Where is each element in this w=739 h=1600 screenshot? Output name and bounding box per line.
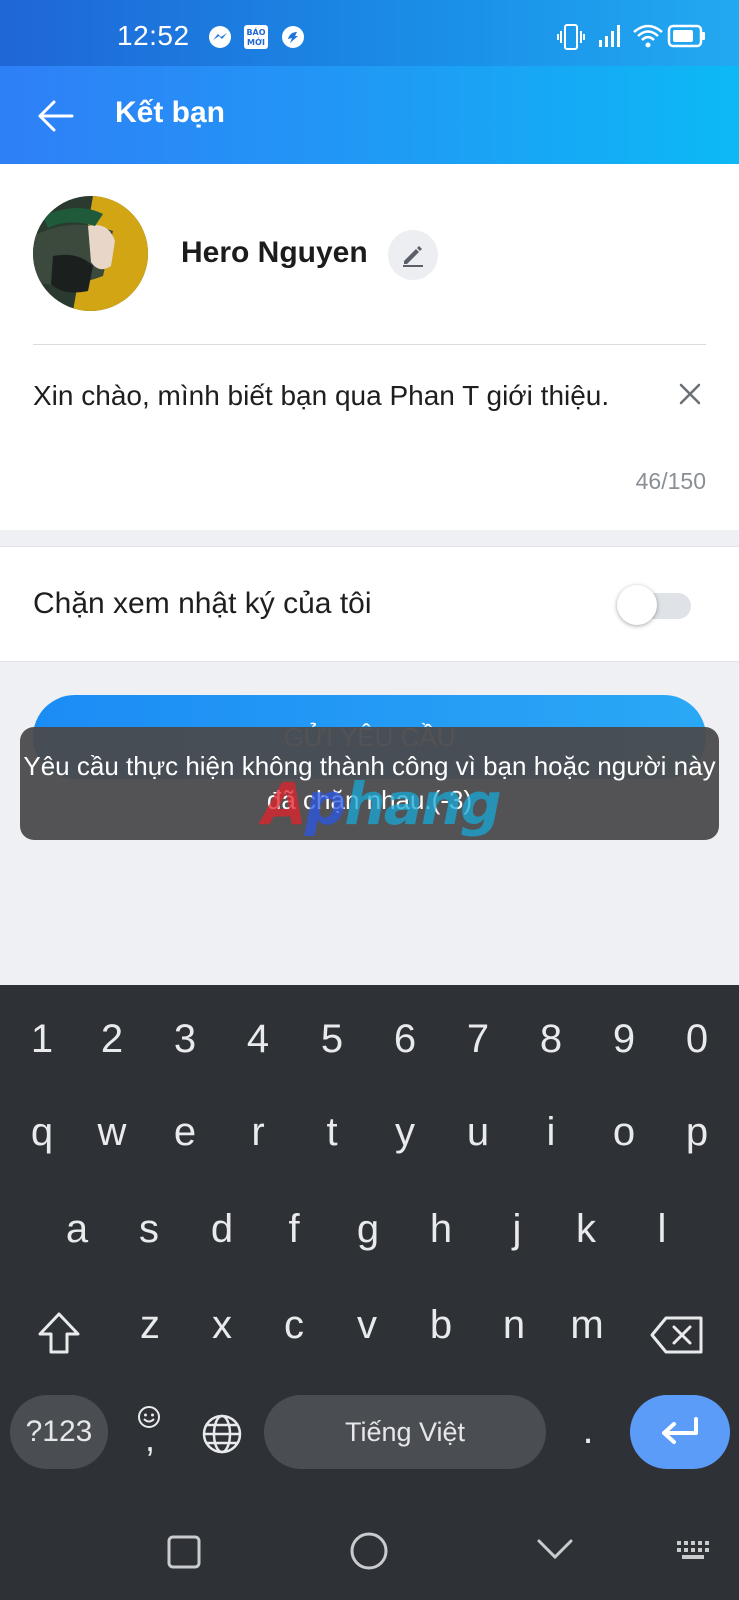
symbols-key[interactable]: ?123	[10, 1395, 108, 1469]
key[interactable]: q	[12, 1110, 72, 1155]
block-diary-label: Chặn xem nhật ký của tôi	[33, 587, 372, 620]
status-time: 12:52	[117, 20, 190, 51]
pencil-icon	[403, 246, 423, 267]
space-bar[interactable]: Tiếng Việt	[264, 1395, 546, 1469]
divider	[33, 344, 706, 345]
key[interactable]: y	[375, 1110, 435, 1155]
globe-icon[interactable]	[200, 1412, 244, 1456]
key[interactable]: c	[264, 1303, 324, 1348]
key[interactable]: e	[155, 1110, 215, 1155]
key[interactable]: l	[632, 1207, 692, 1252]
key[interactable]: 3	[155, 1017, 215, 1062]
key[interactable]: p	[667, 1110, 727, 1155]
home-circle-icon[interactable]	[349, 1531, 389, 1571]
key[interactable]: v	[337, 1303, 397, 1348]
char-counter: 46/150	[635, 468, 706, 494]
key[interactable]: 0	[667, 1017, 727, 1062]
key[interactable]: t	[302, 1110, 362, 1155]
edit-name-button[interactable]	[388, 230, 438, 280]
page-title: Kết bạn	[115, 96, 226, 129]
key[interactable]: a	[47, 1207, 107, 1252]
soft-keyboard	[0, 985, 739, 1600]
wifi-icon	[633, 24, 663, 48]
backspace-icon[interactable]	[650, 1315, 704, 1355]
key[interactable]: 4	[228, 1017, 288, 1062]
keyboard-switch-icon[interactable]	[676, 1540, 710, 1562]
avatar[interactable]	[33, 196, 148, 311]
enter-key[interactable]	[630, 1395, 730, 1469]
key[interactable]: u	[448, 1110, 508, 1155]
status-bar: 12:52 BÁO MỚI	[0, 0, 739, 66]
back-chevron-icon[interactable]	[535, 1535, 575, 1565]
app-header: Kết bạn	[0, 66, 739, 164]
key[interactable]: 6	[375, 1017, 435, 1062]
key[interactable]: x	[192, 1303, 252, 1348]
key[interactable]: 9	[594, 1017, 654, 1062]
enter-icon	[662, 1417, 698, 1444]
vibrate-icon	[557, 24, 585, 50]
key[interactable]: n	[484, 1303, 544, 1348]
toggle-knob	[617, 585, 657, 625]
messaging-icon	[282, 26, 304, 48]
key[interactable]: 2	[82, 1017, 142, 1062]
key[interactable]: b	[411, 1303, 471, 1348]
close-icon[interactable]	[674, 378, 706, 410]
key[interactable]: o	[594, 1110, 654, 1155]
key[interactable]: j	[487, 1207, 547, 1252]
svg-text:MỚI: MỚI	[247, 36, 265, 47]
block-diary-toggle[interactable]	[617, 585, 693, 625]
shift-icon[interactable]	[36, 1310, 82, 1356]
block-diary-row: Chặn xem nhật ký của tôi	[0, 546, 739, 662]
friend-request-card: Hero Nguyen Xin chào, mình biết bạn qua …	[0, 164, 739, 530]
key[interactable]: h	[411, 1207, 471, 1252]
greeting-message-input[interactable]: Xin chào, mình biết bạn qua Phan T giới …	[33, 377, 633, 415]
watermark-logo: Aphang	[262, 770, 502, 838]
svg-text:BÁO: BÁO	[246, 26, 265, 37]
baomoi-icon: BÁO MỚI	[244, 25, 268, 49]
key[interactable]: w	[82, 1110, 142, 1155]
key[interactable]: 8	[521, 1017, 581, 1062]
key[interactable]: m	[557, 1303, 617, 1348]
comma-key[interactable]: ,	[120, 1418, 180, 1460]
key[interactable]: z	[120, 1303, 180, 1348]
signal-icon	[599, 25, 620, 47]
battery-icon	[667, 24, 705, 48]
key[interactable]: f	[264, 1207, 324, 1252]
profile-name: Hero Nguyen	[181, 236, 368, 269]
recents-square-icon[interactable]	[166, 1534, 202, 1570]
key[interactable]: d	[192, 1207, 252, 1252]
key[interactable]: g	[338, 1207, 398, 1252]
key[interactable]: 1	[12, 1017, 72, 1062]
key[interactable]: i	[521, 1110, 581, 1155]
key[interactable]: 5	[302, 1017, 362, 1062]
arrow-left-icon[interactable]	[34, 94, 78, 138]
key[interactable]: k	[556, 1207, 616, 1252]
key[interactable]: r	[228, 1110, 288, 1155]
period-key[interactable]: .	[558, 1408, 618, 1453]
messenger-icon	[209, 26, 231, 48]
key[interactable]: 7	[448, 1017, 508, 1062]
key[interactable]: s	[119, 1207, 179, 1252]
